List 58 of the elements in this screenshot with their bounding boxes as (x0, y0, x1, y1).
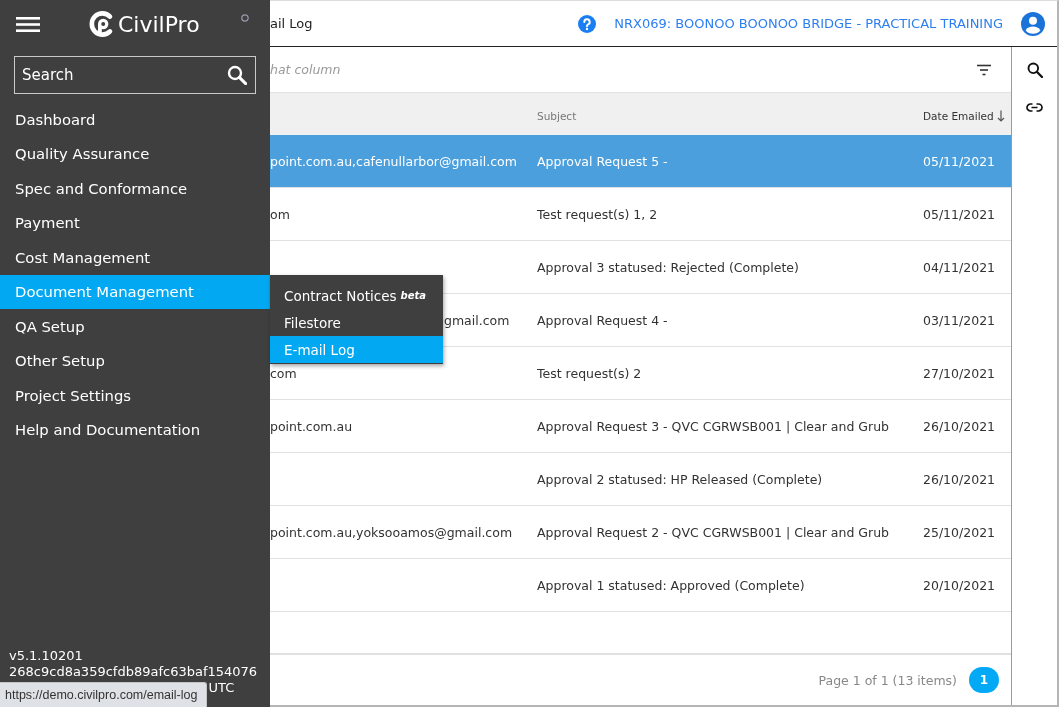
menu-item[interactable]: Cost Management (0, 240, 270, 275)
search-icon[interactable] (1026, 62, 1043, 78)
menu-icon[interactable] (16, 16, 40, 32)
table-cell: 27/10/2021 (923, 365, 996, 381)
table-cell: 25/10/2021 (923, 524, 996, 540)
timezone-text: UTC (208, 680, 235, 696)
menu-item[interactable]: QA Setup (0, 309, 270, 344)
search-field[interactable]: Search (14, 56, 256, 94)
table-cell: 20/10/2021 (923, 577, 996, 593)
table-row[interactable]: om Test request(s) 1, 2 05/11/2021 (270, 188, 1011, 241)
table-cell: 26/10/2021 (923, 418, 996, 434)
table-row[interactable]: point.com.au Approval Request 3 - QVC CGRWSB001 | Clear and Grub 26/10/2021 (270, 400, 1011, 453)
table-row[interactable]: Approval 1 statused: Approved (Complete) 20/10/2021 (270, 559, 1011, 612)
table-cell: Approval Request 2 - QVC CGRWSB001 | Clear and Grub (537, 524, 889, 540)
table-cell: om (270, 206, 290, 222)
table-cell: Test request(s) 2 (537, 365, 642, 381)
table-cell: 04/11/2021 (923, 259, 996, 275)
user-avatar-icon[interactable] (1021, 11, 1045, 36)
build-hash: 268c9cd8a359cfdb89afc63baf154076 (9, 664, 258, 680)
table-cell: gmail.com (444, 312, 510, 328)
link-icon[interactable] (1026, 103, 1043, 112)
brand-name: CivilPro (118, 11, 200, 37)
submenu-item[interactable]: Filestore (270, 309, 443, 336)
table-cell: Approval Request 3 - QVC CGRWSB001 | Clear and Grub (537, 418, 889, 434)
column-header[interactable]: Date Emailed (923, 109, 1005, 122)
menu-item[interactable]: Help and Documentation (0, 412, 270, 447)
menu-item[interactable]: Project Settings (0, 378, 270, 413)
menu-item[interactable]: Spec and Conformance (0, 171, 270, 206)
ring-icon (241, 14, 249, 22)
table-cell: 26/10/2021 (923, 471, 996, 487)
menu-item[interactable]: Quality Assurance (0, 136, 270, 171)
column-header[interactable]: Subject (537, 109, 577, 122)
table-row[interactable]: point.com.au,yoksooamos@gmail.com Approval Request 2 - QVC CGRWSB001 | Clear and Grub 25/10/2021 (270, 506, 1011, 559)
menu-item[interactable]: Dashboard (0, 102, 270, 137)
table-cell: Approval Request 5 - (537, 153, 668, 169)
search-icon[interactable] (227, 65, 247, 85)
table-cell: 03/11/2021 (923, 312, 996, 328)
status-url-tooltip: https://demo.civilpro.com/email-log (0, 682, 208, 707)
table-cell: Test request(s) 1, 2 (537, 206, 658, 222)
table-cell: point.com.au (270, 418, 353, 434)
pager-summary: Page 1 of 1 (13 items) (818, 672, 957, 688)
table-cell: point.com.au,yoksooamos@gmail.com (270, 524, 513, 540)
table-cell: com (270, 365, 297, 381)
table-cell: Approval Request 4 - (537, 312, 668, 328)
page-title: ail Log (270, 16, 313, 31)
menu-item[interactable]: Payment (0, 205, 270, 240)
menu-item[interactable]: Other Setup (0, 343, 270, 378)
table-cell: 05/11/2021 (923, 206, 996, 222)
table-cell: Approval 2 statused: HP Released (Complete) (537, 471, 823, 487)
table-cell: Approval 3 statused: Rejected (Complete) (537, 259, 799, 275)
table-cell: Approval 1 statused: Approved (Complete) (537, 577, 805, 593)
table-row[interactable]: Approval 2 statused: HP Released (Complete) 26/10/2021 (270, 453, 1011, 506)
project-link[interactable]: NRX069: BOONOO BOONOO BRIDGE - PRACTICAL TRAINING (614, 16, 1003, 31)
table-cell: point.com.au,cafenullarbor@gmail.com (270, 153, 517, 169)
version-text: v5.1.10201 (9, 648, 83, 664)
help-icon[interactable] (578, 14, 597, 33)
group-panel-hint: hat column (270, 62, 341, 77)
table-cell: 05/11/2021 (923, 153, 996, 169)
